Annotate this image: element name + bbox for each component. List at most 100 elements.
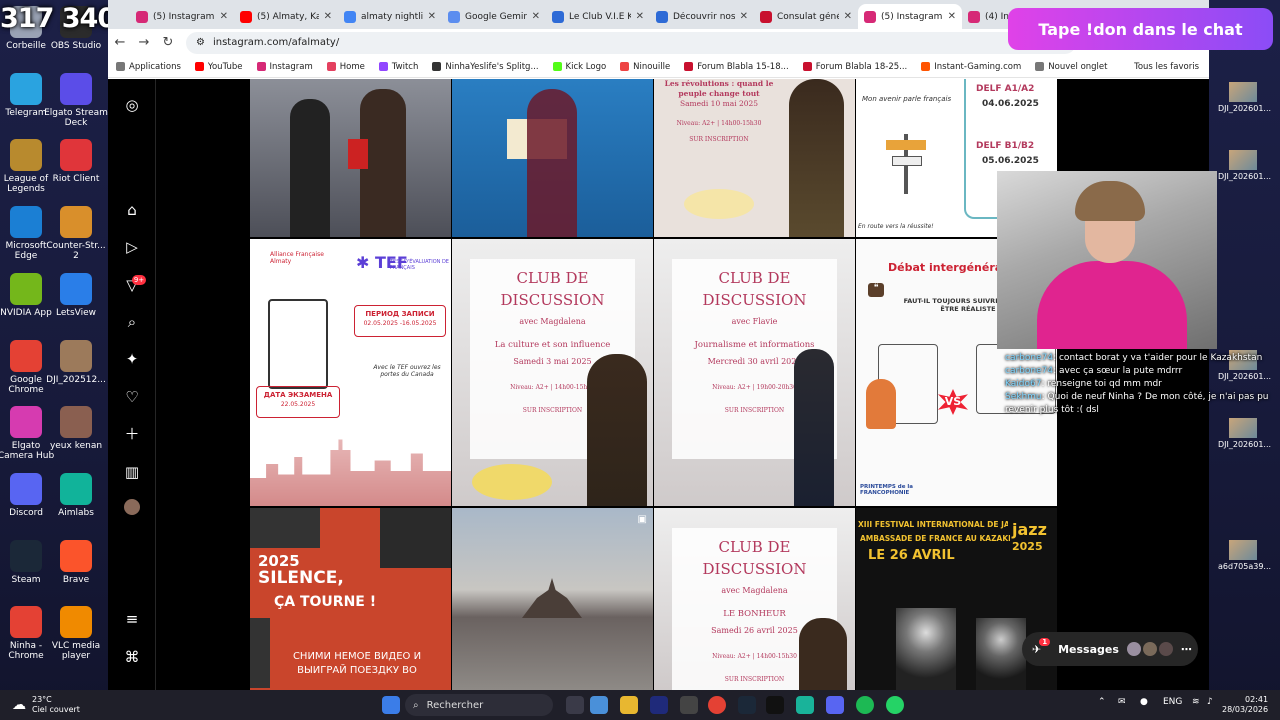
language-indicator[interactable]: ENG: [1163, 697, 1182, 707]
premiere-icon[interactable]: [650, 696, 668, 714]
back-icon[interactable]: ←: [108, 35, 132, 50]
close-tab-icon[interactable]: ✕: [740, 11, 748, 22]
desktop-icon[interactable]: DJI_202512...: [43, 340, 109, 385]
post-photo-people[interactable]: [250, 79, 451, 237]
task-view-icon[interactable]: [566, 696, 584, 714]
desktop-icon[interactable]: VLC media player: [43, 606, 109, 661]
threads-icon[interactable]: ⌘: [122, 647, 142, 667]
post-photo-mont-saint-michel[interactable]: ▣: [452, 508, 653, 690]
messages-button[interactable]: ✈ 1 Messages ⋯: [1022, 632, 1198, 666]
reload-icon[interactable]: ↻: [156, 35, 180, 50]
discord-icon[interactable]: [826, 696, 844, 714]
steam-icon[interactable]: [738, 696, 756, 714]
close-tab-icon[interactable]: ✕: [324, 11, 332, 22]
bookmark-item[interactable]: Twitch: [378, 62, 418, 72]
tiktok-icon[interactable]: [766, 696, 784, 714]
browser-tab[interactable]: Découvrir nos ✕: [650, 4, 754, 29]
desktop-icon[interactable]: Aimlabs: [43, 473, 109, 518]
bookmark-item[interactable]: NinhaYeslife's Splitg...: [432, 62, 539, 72]
profile-avatar[interactable]: [124, 499, 140, 515]
bookmark-item[interactable]: Home: [326, 62, 365, 72]
quote-icon: ❝: [868, 283, 884, 297]
clock-date: 28/03/2026: [1222, 705, 1269, 714]
spotify-icon[interactable]: [856, 696, 874, 714]
desktop-file-icon[interactable]: a6d705a39...: [1218, 540, 1271, 571]
close-tab-icon[interactable]: ✕: [428, 11, 436, 22]
app-icon[interactable]: [796, 696, 814, 714]
bookmark-item[interactable]: Instant-Gaming.com: [921, 62, 1021, 72]
browser-tab[interactable]: (5) Instagram ✕: [858, 4, 962, 29]
close-tab-icon[interactable]: ✕: [220, 11, 228, 22]
bookmark-item[interactable]: Kick Logo: [552, 62, 606, 72]
browser-tab[interactable]: (5) Almaty, Kaza ✕: [234, 4, 338, 29]
wifi-icon[interactable]: ≋: [1192, 697, 1200, 707]
desktop-icon[interactable]: Counter-Str... 2: [43, 206, 109, 261]
bookmark-favicon-icon: [552, 62, 562, 71]
tray-app-icon[interactable]: ✉: [1118, 697, 1126, 707]
desktop-icon[interactable]: LetsView: [43, 273, 109, 318]
bookmark-item[interactable]: Nouvel onglet: [1035, 62, 1107, 72]
widgets-icon[interactable]: [590, 696, 608, 714]
tab-title: Découvrir nos: [673, 11, 735, 22]
close-tab-icon[interactable]: ✕: [948, 11, 956, 22]
taskbar-search[interactable]: ⌕ Rechercher: [405, 694, 553, 716]
browser-tab[interactable]: (5) Instagram ✕: [130, 4, 234, 29]
post-club-bonheur[interactable]: CLUB DE DISCUSSION avec Magdalena LE BON…: [654, 508, 855, 690]
file-explorer-icon[interactable]: [620, 696, 638, 714]
more-icon[interactable]: ⋯: [1181, 643, 1192, 656]
address-bar[interactable]: ⚙ instagram.com/afalmaty/ ⧉ ☆: [186, 31, 1076, 54]
weather-widget[interactable]: ☁ 23°C Ciel couvert: [12, 695, 80, 715]
site-info-icon[interactable]: ⚙: [196, 37, 205, 48]
browser-tab[interactable]: Consulat génér ✕: [754, 4, 858, 29]
vs-label: VS: [938, 389, 968, 415]
post-tef-canada[interactable]: Alliance Française Almaty ✱ TEF TEST D'É…: [250, 239, 451, 506]
whatsapp-icon[interactable]: [886, 696, 904, 714]
post-jazz-festival[interactable]: XIII FESTIVAL INTERNATIONAL DE JAZZ ALMA…: [856, 508, 1057, 690]
dashboard-icon[interactable]: ▥: [122, 462, 142, 482]
all-bookmarks-button[interactable]: Tous les favoris: [1134, 62, 1199, 72]
create-icon[interactable]: ＋: [122, 424, 142, 444]
desktop-file-icon[interactable]: DJI_202601...: [1218, 82, 1271, 113]
menu-icon[interactable]: ≡: [122, 609, 142, 629]
forward-icon[interactable]: →: [132, 35, 156, 50]
home-icon[interactable]: ⌂: [122, 200, 142, 220]
heart-icon[interactable]: ♡: [122, 387, 142, 407]
windows-start-icon[interactable]: [382, 696, 400, 714]
post-silence-ca-tourne[interactable]: ▣ 2025 SILENCE, ÇA TOURNE ! СНИМИ НЕМОЕ …: [250, 508, 451, 690]
reels-icon[interactable]: ▷: [122, 237, 142, 257]
desktop-icon[interactable]: Brave: [43, 540, 109, 585]
browser-tab[interactable]: Google Gemini ✕: [442, 4, 546, 29]
desktop-icon[interactable]: yeux kenan: [43, 406, 109, 451]
tray-chevron-icon[interactable]: ⌃: [1098, 697, 1106, 707]
explore-icon[interactable]: ✦: [122, 349, 142, 369]
jazz-logo: jazz: [1012, 520, 1047, 539]
close-tab-icon[interactable]: ✕: [532, 11, 540, 22]
instagram-logo-icon[interactable]: ◎: [122, 95, 142, 115]
clock[interactable]: 02:41 28/03/2026: [1222, 695, 1268, 715]
desktop-icon[interactable]: Elgato Stream Deck: [43, 73, 109, 128]
post-club-revolutions[interactable]: Les révolutions : quand le peuple change…: [654, 79, 855, 237]
bookmark-item[interactable]: Applications: [116, 62, 181, 72]
post-club-culture[interactable]: CLUB DE DISCUSSION avec Magdalena La cul…: [452, 239, 653, 506]
browser-tab[interactable]: almaty nightlife ✕: [338, 4, 442, 29]
bookmark-item[interactable]: Forum Blabla 18-25...: [802, 62, 907, 72]
desktop-file-icon[interactable]: DJI_202601...: [1218, 150, 1271, 181]
post-club-journalisme[interactable]: CLUB DE DISCUSSION avec Flavie Journalis…: [654, 239, 855, 506]
bookmark-item[interactable]: Ninouille: [620, 62, 670, 72]
volume-icon[interactable]: ♪: [1207, 697, 1213, 707]
stream-chat: carbone74: contact borat y va t'aider po…: [1005, 352, 1275, 417]
bookmark-item[interactable]: YouTube: [194, 62, 243, 72]
close-tab-icon[interactable]: ✕: [636, 11, 644, 22]
desktop-icon[interactable]: Riot Client: [43, 139, 109, 184]
microphone-icon[interactable]: ●: [1140, 697, 1148, 707]
post-footer: En route vers la réussite!: [858, 223, 934, 230]
settings-icon[interactable]: [680, 696, 698, 714]
browser-tab[interactable]: Le Club V.I.E Ka ✕: [546, 4, 650, 29]
search-icon[interactable]: ⌕: [122, 312, 142, 332]
close-tab-icon[interactable]: ✕: [844, 11, 852, 22]
post-photo-certificate[interactable]: [452, 79, 653, 237]
desktop-file-icon[interactable]: DJI_202601...: [1218, 418, 1271, 449]
bookmark-item[interactable]: Forum Blabla 15-18...: [684, 62, 789, 72]
bookmark-item[interactable]: Instagram: [256, 62, 313, 72]
chrome-icon[interactable]: [708, 696, 726, 714]
